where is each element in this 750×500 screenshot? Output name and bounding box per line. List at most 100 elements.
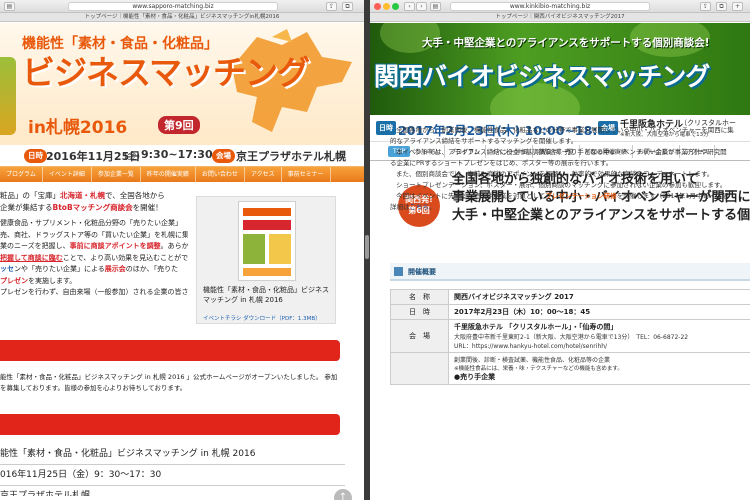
right-page-content: 大手・中堅企業とのアライアンスをサポートする個別商談会! 関西バイオビジネスマッ…: [370, 23, 750, 500]
address-bar-text: www.kinkibio-matching.biz: [509, 3, 591, 10]
overview-event-name: 能性「素材・食品・化粧品」ビジネスマッチング in 札幌 2016: [0, 444, 345, 465]
nav-contact[interactable]: お問い合わせ: [196, 167, 245, 182]
minimize-icon[interactable]: [383, 3, 390, 10]
row-label: 名 称: [390, 289, 449, 305]
intro-line: ことで、より高い効果を見込むことがで: [62, 253, 188, 262]
venue-label-badge: 会場: [212, 149, 235, 163]
forward-icon[interactable]: ›: [416, 2, 427, 11]
left-browser-window: ▤ www.sapporo-matching.biz ⇪ ⧉ トップページ｜機能…: [0, 0, 364, 500]
sidebar-icon[interactable]: ▤: [4, 2, 15, 11]
hero-title: 関西バイオビジネスマッチング: [374, 62, 710, 91]
address-bar-text: www.sapporo-matching.biz: [132, 3, 214, 10]
intro-line: 売、商社、ドラッグストア等の「買いたい企業」を札幌に集: [0, 230, 188, 239]
highlight-text: プレゼン: [0, 276, 28, 285]
intro-text: 粧品」の「宝庫」北海道・札幌で、全国各地から 企業が集結するBtoBマッチング商…: [0, 188, 188, 299]
news-heading-bar: [0, 340, 340, 361]
back-icon[interactable]: ‹: [404, 2, 415, 11]
event-info-strip: 日時 2016年11月25日 (金) 9:30~17:30 会場 京王プラザホテ…: [0, 145, 364, 167]
share-icon[interactable]: ⇪: [326, 2, 337, 11]
details-link[interactable]: こちら: [410, 203, 430, 211]
tabs-icon[interactable]: ⧉: [716, 2, 727, 11]
category-line: 創業間後、診断・検査試薬、機能性食品、化粧品等の企業: [454, 357, 611, 364]
nav-participants[interactable]: 参加企業一覧: [92, 167, 141, 182]
nav-access[interactable]: アクセス: [245, 167, 282, 182]
nav-program[interactable]: プログラム: [0, 167, 43, 182]
row-label: 日 時: [390, 304, 449, 320]
flyer-thumbnail[interactable]: [238, 201, 296, 281]
intro-line: プレゼンを行わず、自由来場（一般参加）される企業の皆さ: [0, 288, 188, 296]
split-screen-browser: ▤ www.sapporo-matching.biz ⇪ ⧉ トップページ｜機能…: [0, 0, 750, 500]
intro-line: 業のニーズを把握し、: [0, 242, 70, 250]
overview-heading-bar: [0, 414, 340, 435]
highlight-text: 展示会: [104, 265, 126, 273]
intro-line: を開催！: [132, 202, 163, 212]
zoom-icon[interactable]: [392, 3, 399, 10]
intro-line: 企業が集結する: [0, 202, 53, 212]
hero-banner: 大手・中堅企業とのアライアンスをサポートする個別商談会! 関西バイオビジネスマッ…: [370, 23, 750, 115]
main-nav: プログラム イベント詳細 参加企業一覧 昨年の開催実績 お問い合わせ アクセス …: [0, 167, 364, 182]
vegetables-image: [0, 57, 16, 135]
news-line: を募集しております。皆様の参加を心よりお待ちしております。: [0, 384, 187, 392]
scroll-to-top-button[interactable]: ↑: [334, 489, 352, 500]
desc-line: 今回はイベントに先立ち、売り手企業を対象として: [396, 192, 546, 200]
intro-line: を実施します。: [28, 276, 77, 285]
tab-bar[interactable]: トップページ｜機能性「素材・食品・化粧品」ビジネスマッチングin札幌2016: [0, 13, 364, 22]
sidebar-icon[interactable]: ▤: [430, 2, 441, 11]
nav-last-year[interactable]: 昨年の開催実績: [141, 167, 196, 182]
venue-url-link[interactable]: URL：https://www.hankyu-hotel.com/hotel/s…: [454, 341, 750, 350]
section-square-icon: [394, 267, 403, 276]
arrow-up-icon: ↑: [338, 492, 348, 500]
divider-handle[interactable]: [365, 235, 369, 259]
event-weekday: (金): [124, 152, 141, 162]
hero-tagline: 大手・中堅企業とのアライアンスをサポートする個別商談会!: [422, 37, 710, 49]
tab-title: トップページ｜機能性「素材・食品・化粧品」ビジネスマッチングin札幌2016: [84, 14, 280, 20]
address-bar[interactable]: www.sapporo-matching.biz: [68, 2, 278, 11]
address-toolbar: ‹ › ▤ www.kinkibio-matching.biz ⇪ ⧉ +: [370, 0, 750, 13]
venue-line: 千里阪急ホテル 「クリスタルホール」・「仙寿の間」: [454, 323, 618, 331]
nav-event-details[interactable]: イベント詳細: [43, 167, 92, 182]
overview-event-date: 016年11月25日（金）9：30～17：30: [0, 465, 345, 486]
hero-title: ビジネスマッチング: [22, 53, 310, 92]
desc-line: を開催します（2017年1月中旬・大阪: [616, 192, 729, 200]
desc-line: 全国各地から、創業間後、機能性食品、化粧品などの分野で事業を展開している中小・バ…: [396, 126, 734, 134]
row-label: [390, 352, 449, 385]
highlight-text: BtoBマッチング商談会: [52, 202, 133, 212]
hero-title-sub: in札幌2016: [28, 118, 128, 138]
row-value: 2017年2月23日（木）10：00～18：45: [448, 304, 750, 320]
address-bar[interactable]: www.kinkibio-matching.biz: [450, 2, 650, 11]
event-venue: 京王プラザホテル札幌: [236, 150, 346, 163]
intro-line: 。あらか: [160, 242, 188, 250]
intro-line: のほか、「売りた: [125, 265, 179, 273]
share-icon[interactable]: ⇪: [700, 2, 711, 11]
event-time: 9:30~17:30: [141, 148, 213, 161]
desc-line: 的なアライアンス締結をサポートするマッチングを開催します。: [390, 137, 578, 145]
overview-table: 名 称 関西バイオビジネスマッチング 2017 日 時 2017年2月23日（木…: [390, 289, 750, 385]
right-browser-window: ‹ › ▤ www.kinkibio-matching.biz ⇪ ⧉ + トッ…: [370, 0, 750, 500]
desc-line: また、個別商談会では、事前に商談のアポイントを調整し、効率的で効果的な商談をコー…: [396, 170, 714, 178]
desc-line: る企業にPRするショートプレゼンをはじめ、ポスター等の展示を行います。: [390, 159, 613, 167]
left-page-content: 機能性「素材・食品・化粧品」 ビジネスマッチング in札幌2016 第9回 日時…: [0, 23, 364, 500]
table-row: 会 場 千里阪急ホテル 「クリスタルホール」・「仙寿の間」 大阪府豊中市新千里東…: [390, 319, 750, 353]
new-tab-icon[interactable]: +: [732, 2, 743, 11]
news-line: 能性「素材・食品・化粧品」ビジネスマッチング in 札幌 2016 」公式ホーム…: [0, 373, 338, 381]
tab-bar[interactable]: トップページ｜関西バイオビジネスマッチング2017: [370, 13, 750, 22]
overview-event-venue: 京王プラザホテル札幌: [0, 491, 91, 496]
row-label: 会 場: [390, 319, 449, 353]
tabs-icon[interactable]: ⧉: [342, 2, 353, 11]
highlight-text: プレゼンテーション研修: [545, 192, 617, 200]
table-row: 日 時 2017年2月23日（木）10：00～18：45: [390, 304, 750, 320]
seller-heading: ●売り手企業: [454, 373, 496, 381]
section-heading: 開催概要: [390, 263, 750, 281]
nav-seminar[interactable]: 事前セミナー: [282, 167, 331, 182]
category-note: ※機能性食品には、栄養・味・テクスチャーなどの機能も含めます。: [454, 366, 623, 372]
desc-line: ショートプレゼンテーション、ポスター・展示、個別商談のマッチングに参加されない企…: [396, 181, 727, 189]
flyer-download-link[interactable]: イベントチラシ ダウンロード（PDF：1.3MB）: [203, 314, 321, 322]
hero-subtitle: 機能性「素材・食品・化粧品」: [22, 36, 218, 52]
tab-title: トップページ｜関西バイオビジネスマッチング2017: [495, 14, 625, 20]
highlight-text: 事前に商談アポイントを調整: [69, 242, 161, 250]
flyer-card[interactable]: 機能性「素材・食品・化粧品」ビジネスマッチング in 札幌 2016 イベントチ…: [196, 196, 336, 324]
table-row: 創業間後、診断・検査試薬、機能性食品、化粧品等の企業 ※機能性食品には、栄養・味…: [390, 352, 750, 385]
overview-text: 能性「素材・食品・化粧品」ビジネスマッチング in 札幌 2016 016年11…: [0, 444, 345, 496]
close-icon[interactable]: [374, 3, 381, 10]
desc-line: 詳細は: [390, 203, 410, 211]
